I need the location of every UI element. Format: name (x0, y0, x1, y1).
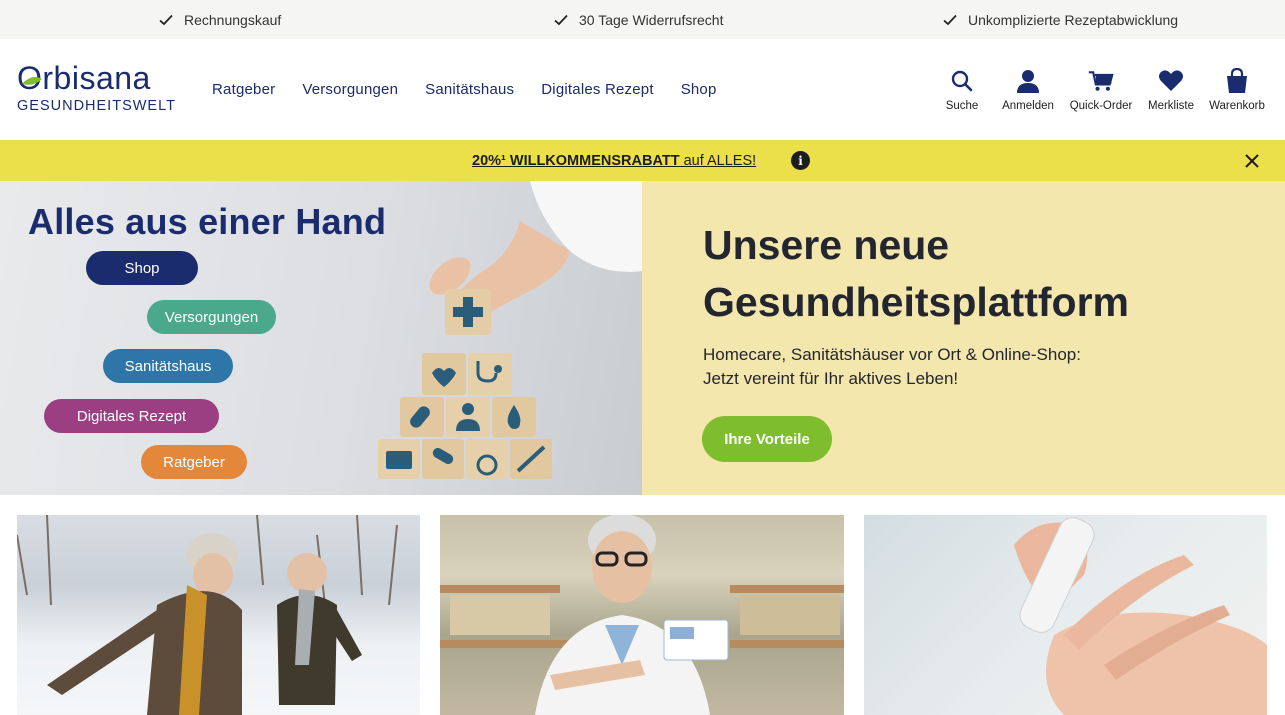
usp-item: Unkomplizierte Rezeptabwicklung (942, 0, 1178, 39)
promo-text: 20%¹ WILLKOMMENSRABATT auf ALLES! (472, 140, 756, 181)
header-actions: Suche Anmelden Quick-Order Merkliste War… (935, 39, 1267, 140)
quick-order-button[interactable]: Quick-Order (1067, 68, 1135, 112)
pill-label: Versorgungen (164, 308, 259, 326)
benefits-button[interactable]: Ihre Vorteile (702, 416, 832, 462)
winter-couple-photo (17, 515, 398, 715)
promo-bold: 20%¹ WILLKOMMENSRABATT (472, 152, 680, 169)
logo-tagline: GESUNDHEITSWELT (17, 98, 176, 114)
login-label: Anmelden (1002, 99, 1054, 112)
search-label: Suche (945, 99, 979, 112)
logo-leaf-icon (22, 76, 42, 85)
close-icon[interactable] (1243, 152, 1261, 170)
check-icon (554, 14, 568, 25)
logo[interactable]: Orbisana GESUNDHEITSWELT (17, 61, 182, 117)
check-icon (159, 14, 173, 25)
pill-label: Sanitätshaus (124, 357, 212, 375)
pill-digitales-rezept[interactable]: Digitales Rezept (44, 399, 219, 433)
pill-label: Digitales Rezept (76, 407, 187, 425)
hero-subtext-line: Jetzt vereint für Ihr aktives Leben! (703, 369, 959, 388)
usp-item: Rechnungskauf (158, 0, 281, 39)
pill-ratgeber[interactable]: Ratgeber (141, 445, 247, 479)
hero-headline: Unsere neue Gesundheitsplattform (703, 222, 1129, 325)
nav-item-ratgeber[interactable]: Ratgeber (212, 81, 275, 98)
main-nav: Ratgeber Versorgungen Sanitätshaus Digit… (212, 39, 717, 140)
tile-glucose-test[interactable] (864, 515, 1267, 715)
promo-link[interactable]: 20%¹ WILLKOMMENSRABATT auf ALLES! (472, 153, 756, 169)
hero-image-panel[interactable]: Alles aus einer Hand Shop Versorgungen S… (0, 181, 642, 495)
glucose-test-photo (1014, 517, 1267, 715)
info-icon[interactable]: i (791, 151, 810, 170)
hero-subtext: Homecare, Sanitätshäuser vor Ort & Onlin… (703, 343, 1223, 391)
wishlist-button[interactable]: Merkliste (1145, 68, 1197, 112)
hero-subtext-line: Homecare, Sanitätshäuser vor Ort & Onlin… (703, 345, 1081, 364)
login-button[interactable]: Anmelden (999, 68, 1057, 112)
bag-icon (1227, 67, 1247, 93)
usp-text: Unkomplizierte Rezeptabwicklung (968, 11, 1179, 28)
pill-label: Ratgeber (163, 453, 225, 471)
tile-pharmacist[interactable] (440, 515, 844, 715)
usp-text: Rechnungskauf (184, 11, 282, 28)
hero-title: Alles aus einer Hand (28, 201, 387, 242)
promo-rest: auf ALLES! (679, 152, 757, 169)
cart-icon (1088, 70, 1114, 91)
pill-versorgungen[interactable]: Versorgungen (147, 300, 276, 334)
usp-text: 30 Tage Widerrufsrecht (579, 11, 724, 28)
usp-item: 30 Tage Widerrufsrecht (553, 0, 723, 39)
search-button[interactable]: Suche (935, 68, 989, 112)
medical-blocks-illustration (378, 181, 642, 479)
nav-item-versorgungen[interactable]: Versorgungen (302, 81, 398, 98)
wishlist-label: Merkliste (1147, 99, 1194, 112)
cart-button[interactable]: Warenkorb (1207, 67, 1267, 112)
quick-order-label: Quick-Order (1069, 99, 1133, 112)
promo-banner: 20%¹ WILLKOMMENSRABATT auf ALLES! i (0, 140, 1285, 181)
cart-label: Warenkorb (1209, 99, 1265, 112)
heart-icon (1159, 69, 1183, 91)
pill-sanitaetshaus[interactable]: Sanitätshaus (103, 349, 233, 383)
pill-shop[interactable]: Shop (86, 251, 198, 285)
nav-item-digitales-rezept[interactable]: Digitales Rezept (541, 81, 653, 98)
nav-item-sanitaetshaus[interactable]: Sanitätshaus (425, 81, 514, 98)
search-icon (951, 70, 973, 91)
user-icon (1017, 69, 1039, 93)
check-icon (943, 14, 957, 25)
pharmacist-photo (440, 515, 844, 715)
hero-text-panel: Unsere neue Gesundheitsplattform Homecar… (642, 181, 1285, 495)
site-header: Orbisana GESUNDHEITSWELT Ratgeber Versor… (0, 39, 1285, 140)
usp-bar: Rechnungskauf 30 Tage Widerrufsrecht Unk… (0, 0, 1285, 39)
nav-item-shop[interactable]: Shop (681, 81, 717, 98)
tile-winter-couple[interactable] (17, 515, 420, 715)
pill-label: Shop (124, 259, 160, 277)
